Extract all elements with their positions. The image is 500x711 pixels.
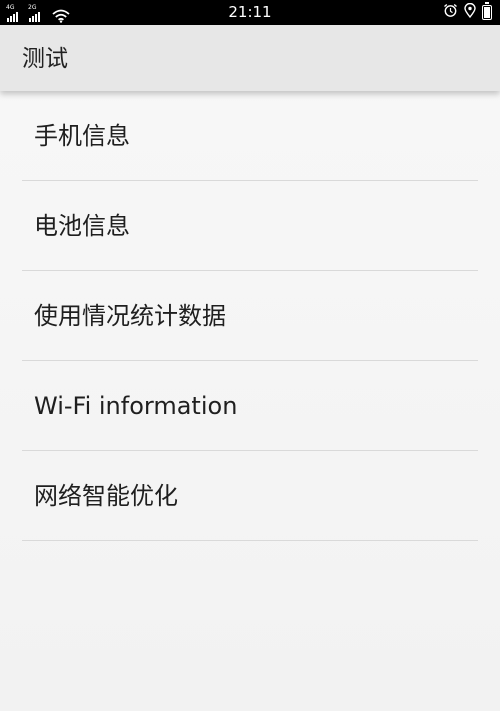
page-title: 测试: [22, 46, 68, 72]
location-icon: [464, 2, 476, 22]
menu-item-label: 使用情况统计数据: [34, 302, 226, 330]
menu-item-label: 手机信息: [34, 122, 130, 150]
status-bar: 4G 2G 21:11: [0, 0, 500, 25]
divider: [22, 540, 478, 541]
menu-item-phone-info[interactable]: 手机信息: [0, 91, 500, 181]
menu-item-label: Wi-Fi information: [34, 392, 238, 420]
status-time: 21:11: [228, 3, 272, 21]
menu-item-label: 网络智能优化: [34, 482, 178, 510]
alarm-icon: [443, 3, 458, 22]
app-bar: 测试: [0, 25, 500, 91]
menu-item-label: 电池信息: [34, 212, 130, 240]
menu-item-usage-stats[interactable]: 使用情况统计数据: [0, 271, 500, 361]
menu-item-network-optimization[interactable]: 网络智能优化: [0, 451, 500, 541]
screen: 4G 2G 21:11 测试 手机信息 电池信息 使用情况统计数据 Wi-Fi …: [0, 0, 500, 711]
battery-icon: [482, 2, 492, 20]
menu-list: 手机信息 电池信息 使用情况统计数据 Wi-Fi information 网络智…: [0, 91, 500, 541]
menu-item-battery-info[interactable]: 电池信息: [0, 181, 500, 271]
status-right: [443, 2, 492, 22]
menu-item-wifi-information[interactable]: Wi-Fi information: [0, 361, 500, 451]
